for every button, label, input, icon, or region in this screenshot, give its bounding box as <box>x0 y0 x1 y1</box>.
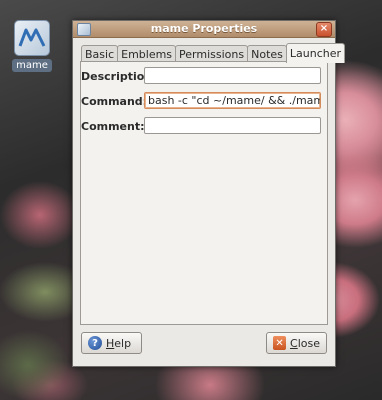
mame-launcher-icon <box>14 20 50 56</box>
command-row: Command: bash -c "cd ~/mame/ && ./mame" <box>81 92 327 112</box>
description-label: Description: <box>81 70 157 83</box>
desktop-icon-mame[interactable]: mame <box>10 20 54 72</box>
command-field[interactable]: bash -c "cd ~/mame/ && ./mame" <box>144 92 321 109</box>
launcher-panel: Description: Command: bash -c "cd ~/mame… <box>80 61 328 325</box>
close-icon[interactable]: × <box>316 22 332 37</box>
titlebar[interactable]: mame Properties × <box>73 21 335 38</box>
window-title: mame Properties <box>150 22 258 35</box>
tab-bar: Basic Emblems Permissions Notes Launcher <box>81 43 346 63</box>
close-label: Close <box>290 336 320 350</box>
desktop-icon-label: mame <box>12 59 52 72</box>
wallpaper-leaf <box>0 330 70 400</box>
description-field[interactable] <box>144 67 321 84</box>
command-value: bash -c "cd ~/mame/ && ./mame" <box>148 94 321 107</box>
description-row: Description: <box>81 67 327 87</box>
comment-row: Comment: <box>81 117 327 137</box>
help-button[interactable]: ? Help <box>81 332 142 354</box>
comment-label: Comment: <box>81 120 145 133</box>
close-button-icon: ✕ <box>273 336 287 350</box>
command-label: Command: <box>81 95 148 108</box>
help-label: Help <box>106 336 132 350</box>
tab-launcher[interactable]: Launcher <box>285 43 346 63</box>
help-icon: ? <box>88 336 102 350</box>
properties-dialog: mame Properties × Basic Emblems Permissi… <box>72 20 346 367</box>
comment-field[interactable] <box>144 117 321 134</box>
close-button[interactable]: ✕ Close <box>266 332 327 354</box>
